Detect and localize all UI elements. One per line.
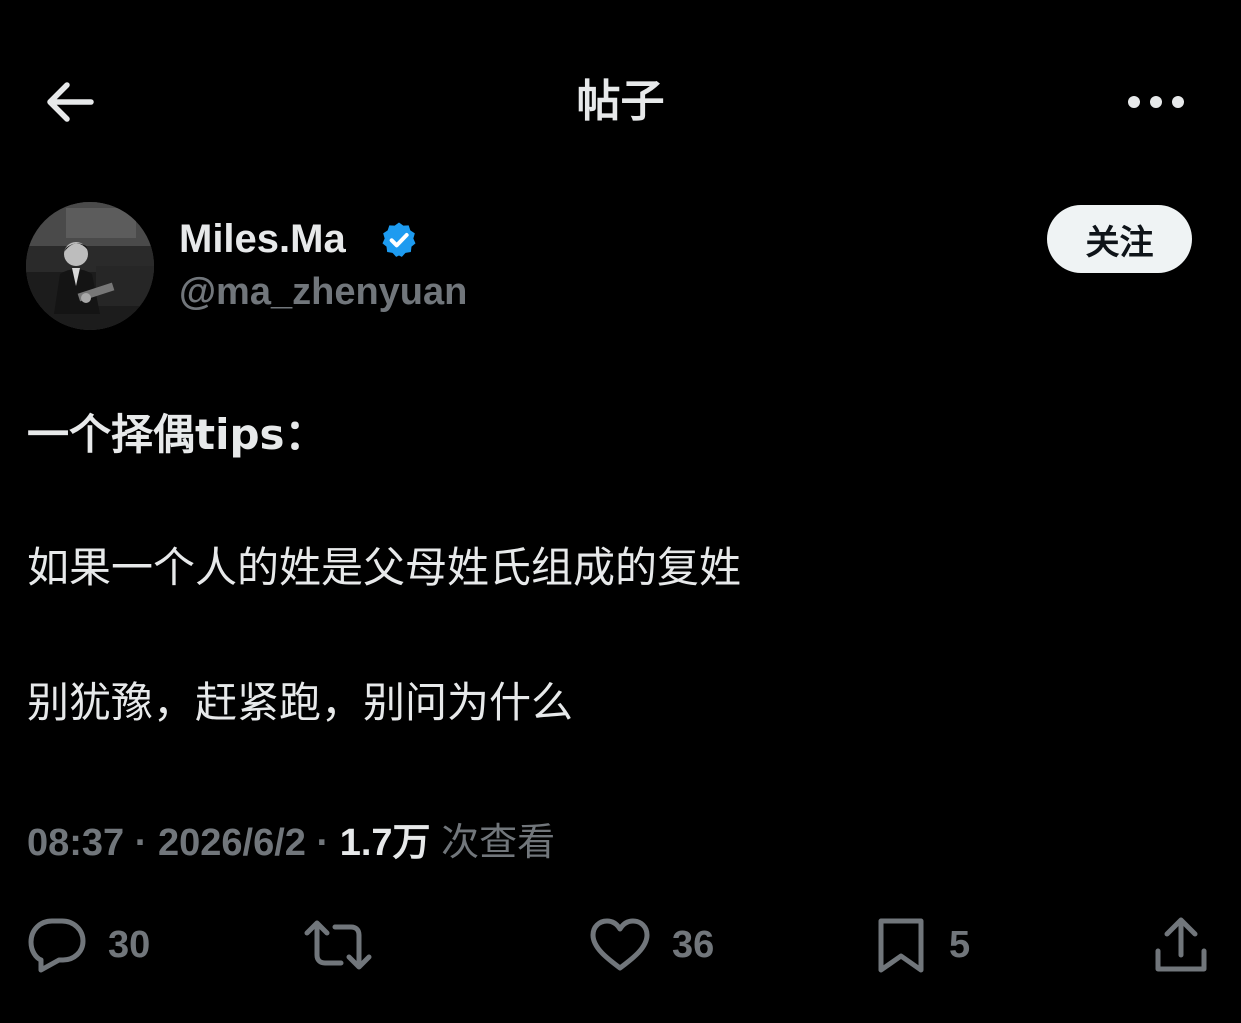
more-options-button[interactable] [1121, 74, 1191, 130]
user-handle[interactable]: @ma_zhenyuan [179, 268, 467, 316]
post-date: 2026/6/2 [157, 822, 306, 864]
retweet-icon [304, 920, 372, 970]
follow-button[interactable]: 关注 [1047, 205, 1192, 273]
more-horizontal-icon [1128, 96, 1184, 108]
retweet-button[interactable] [303, 910, 393, 980]
share-icon [1155, 917, 1207, 972]
post-text-line: 一个择偶tips： [27, 410, 327, 459]
like-count: 36 [672, 923, 715, 966]
reply-button[interactable]: 30 [26, 910, 150, 980]
avatar[interactable] [26, 202, 154, 330]
views-label: 次查看 [430, 822, 556, 864]
post-time: 08:37 [27, 822, 125, 864]
verified-badge-icon [382, 222, 416, 257]
bookmark-count: 5 [949, 923, 971, 966]
page-title: 帖子 [576, 76, 665, 127]
reply-count: 30 [108, 923, 151, 966]
post-text-line: 别犹豫，赶紧跑，别问为什么 [27, 678, 574, 727]
meta-separator: · [305, 822, 340, 864]
top-bar: 帖子 [0, 52, 1241, 152]
avatar-photo [26, 202, 154, 330]
post-text-line: 如果一个人的姓是父母姓氏组成的复姓 [27, 543, 742, 592]
heart-icon [590, 918, 650, 971]
bookmark-button[interactable]: 5 [873, 910, 970, 980]
like-button[interactable]: 36 [588, 910, 714, 980]
action-bar: 30 36 5 [0, 910, 1241, 980]
author-row: Miles.Ma @ma_zhenyuan 关注 [26, 202, 1216, 332]
views-count[interactable]: 1.7万 [340, 822, 431, 864]
bookmark-icon [878, 918, 924, 973]
reply-icon [28, 918, 86, 973]
meta-separator: · [124, 822, 158, 864]
display-name[interactable]: Miles.Ma [179, 214, 346, 264]
share-button[interactable] [1152, 910, 1210, 980]
post-meta: 08:37 · 2026/6/2 · 1.7万 次查看 [27, 818, 555, 868]
